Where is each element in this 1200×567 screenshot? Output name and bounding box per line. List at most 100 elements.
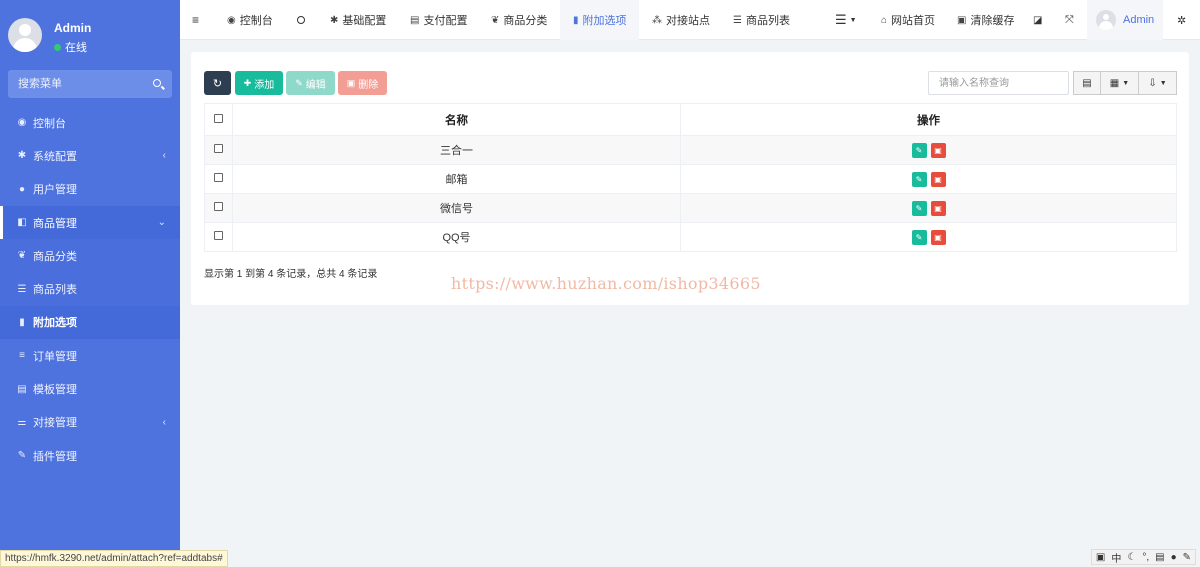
gear-icon: ✱ — [17, 150, 27, 162]
sidebar-item-goods-category[interactable]: ❦ 商品分类 — [0, 239, 180, 273]
columns-button[interactable]: ▦ ▼ — [1101, 71, 1139, 95]
sliders-icon: ⚌ — [17, 416, 27, 428]
translate-icon: ◪ — [1033, 14, 1043, 26]
add-button[interactable]: ✚ 添加 — [235, 71, 283, 95]
column-header-name[interactable]: 名称 — [232, 103, 681, 136]
language-button[interactable]: ◪ — [1033, 0, 1042, 40]
sidebar-item-templates[interactable]: ▤ 模板管理 — [0, 372, 180, 405]
tab-payment-config[interactable]: ▤ 支付配置 — [410, 0, 467, 40]
sidebar-item-docking[interactable]: ⚌ 对接管理 ‹ — [0, 406, 180, 439]
wrench-icon: ✎ — [1182, 551, 1191, 563]
sidebar-item-goods-list[interactable]: ☰ 商品列表 — [0, 272, 180, 306]
row-checkbox[interactable] — [214, 173, 223, 182]
refresh-icon: ↻ — [212, 77, 223, 90]
gears-icon: ✲ — [1177, 14, 1187, 27]
refresh-button[interactable]: ↻ — [204, 71, 231, 95]
expand-icon: ⤧ — [1065, 13, 1074, 26]
row-edit-button[interactable]: ✎ — [911, 171, 927, 187]
search-icon[interactable] — [153, 79, 161, 87]
tab-basic-config[interactable]: ✱ 基础配置 — [330, 0, 386, 40]
row-select-cell — [204, 222, 233, 252]
row-edit-button[interactable]: ✎ — [911, 229, 927, 245]
table-icon: ▤ — [1082, 77, 1092, 89]
cart-icon: ◧ — [17, 217, 27, 229]
row-checkbox[interactable] — [214, 202, 223, 211]
sidebar-item-goods[interactable]: ◧ 商品管理 ⌄ — [0, 205, 180, 240]
chevron-down-icon: ⌄ — [157, 217, 166, 229]
settings-button[interactable]: ✲ — [1177, 0, 1186, 40]
row-actions: ✎ ▣ — [680, 193, 1177, 223]
topbar: ≡ ◉ 控制台 ✱ 基础配置 ▤ 支付配置 ❦ 商品分类 ▮ 附加选项 ⁂ 对接站点 ☰ 商品… — [180, 0, 1200, 40]
tab-goods-list[interactable]: ☰ 商品列表 — [733, 0, 790, 40]
row-checkbox[interactable] — [214, 231, 223, 240]
refresh-tab-button[interactable] — [297, 0, 305, 40]
user-status: 在线 — [54, 39, 87, 55]
status-bar-url: https://hmfk.3290.net/admin/attach?ref=a… — [0, 550, 228, 567]
user-panel: Admin 在线 — [0, 0, 180, 66]
sidebar-item-plugins[interactable]: ✎ 插件管理 — [0, 439, 180, 472]
table-tools: ▤ ▦ ▼ ⇩ ▼ — [1073, 71, 1177, 95]
caret-down-icon: ▼ — [849, 16, 857, 24]
table-row: QQ号 ✎ ▣ — [204, 222, 1177, 252]
row-edit-button[interactable]: ✎ — [911, 142, 927, 158]
table-row: 微信号 ✎ ▣ — [204, 193, 1177, 223]
hamburger-icon: ≡ — [192, 13, 200, 27]
list-icon: ☰ — [17, 283, 27, 295]
data-table: 名称 操作 三合一 ✎ ▣ 邮箱 ✎ ▣ 微信号 ✎ ▣ QQ号 ✎ ▣ — [204, 103, 1177, 252]
edit-button[interactable]: ✎ 编辑 — [286, 71, 335, 95]
sidebar-item-system-config[interactable]: ✱ 系统配置 ‹ — [0, 139, 180, 172]
row-delete-button[interactable]: ▣ — [930, 171, 946, 187]
keyboard-icon: ▤ — [1155, 551, 1165, 563]
caret-down-icon: ▼ — [1159, 79, 1167, 87]
menu-search-input[interactable] — [8, 70, 172, 98]
avatar — [1096, 10, 1116, 30]
tab-goods-category[interactable]: ❦ 商品分类 — [491, 0, 547, 40]
clear-cache-button[interactable]: ▣ 清除缓存 — [957, 0, 1014, 40]
tab-attach-options[interactable]: ▮ 附加选项 — [560, 0, 639, 40]
dashboard-icon: ◉ — [17, 117, 27, 129]
row-edit-button[interactable]: ✎ — [911, 200, 927, 216]
row-name: 三合一 — [232, 135, 681, 165]
row-delete-button[interactable]: ▣ — [930, 142, 946, 158]
row-select-cell — [204, 135, 233, 165]
sidebar-item-dashboard[interactable]: ◉ 控制台 — [0, 106, 180, 139]
pagination-summary: 显示第 1 到第 4 条记录，总共 4 条记录 — [204, 269, 378, 280]
punctuation-icon: °, — [1142, 551, 1150, 563]
bars-icon: ☰ — [835, 12, 847, 27]
sitemap-icon: ⁂ — [652, 14, 662, 26]
menu-search — [8, 70, 172, 98]
sidebar-toggle-button[interactable]: ≡ — [192, 0, 199, 40]
pencil-icon: ✎ — [295, 77, 303, 88]
tab-docking-sites[interactable]: ⁂ 对接站点 — [652, 0, 710, 40]
watermark: https://www.huzhan.com/ishop34665 — [451, 274, 761, 293]
gear-icon: ✱ — [330, 14, 339, 26]
row-delete-button[interactable]: ▣ — [930, 229, 946, 245]
dashboard-icon: ◉ — [227, 14, 236, 26]
toggle-view-button[interactable]: ▤ — [1073, 71, 1101, 95]
export-button[interactable]: ⇩ ▼ — [1139, 71, 1177, 95]
site-home-link[interactable]: ⌂ 网站首页 — [881, 0, 935, 40]
row-checkbox[interactable] — [214, 144, 223, 153]
leaf-icon: ❦ — [491, 14, 500, 26]
sidebar-item-orders[interactable]: ≡ 订单管理 — [0, 339, 180, 372]
export-icon: ⇩ — [1148, 77, 1157, 89]
user-menu[interactable]: Admin — [1087, 0, 1164, 40]
sidebar-item-attach[interactable]: ▮ 附加选项 — [0, 305, 180, 340]
table-header-row: 名称 操作 — [204, 103, 1177, 136]
delete-button[interactable]: ▣ 删除 — [338, 71, 387, 95]
tabs-dropdown-button[interactable]: ☰ ▼ — [835, 0, 857, 40]
table-row: 邮箱 ✎ ▣ — [204, 164, 1177, 194]
list-icon: ☰ — [733, 14, 742, 26]
content-panel: ↻ ✚添加 ✎编辑 ▣删除 ▤ ▦▼ ⇩▼ 名称 操作 三合一 ✎▣ 邮箱 ✎▣ — [191, 52, 1189, 305]
select-all-checkbox[interactable] — [214, 113, 223, 123]
search-input[interactable] — [928, 71, 1069, 95]
fullscreen-button[interactable]: ⤧ — [1065, 0, 1074, 40]
tab-dashboard[interactable]: ◉ 控制台 — [227, 0, 273, 40]
sidebar-item-users[interactable]: ● 用户管理 — [0, 173, 180, 206]
row-actions: ✎ ▣ — [680, 222, 1177, 252]
row-delete-button[interactable]: ▣ — [930, 200, 946, 216]
ime-mode[interactable]: 中 — [1111, 550, 1121, 565]
sidebar: Admin 在线 ◉控制台 ✱系统配置‹ ●用户管理 ◧商品管理⌄ ❦商品分类 … — [0, 0, 180, 567]
row-select-cell — [204, 193, 233, 223]
sidebar-menu: ◉ 控制台 ✱ 系统配置 ‹ ● 用户管理 ◧ 商品管理 ⌄ ❦ 商品分类 ☰ 商品列表 ▮ 附加… — [0, 106, 180, 472]
